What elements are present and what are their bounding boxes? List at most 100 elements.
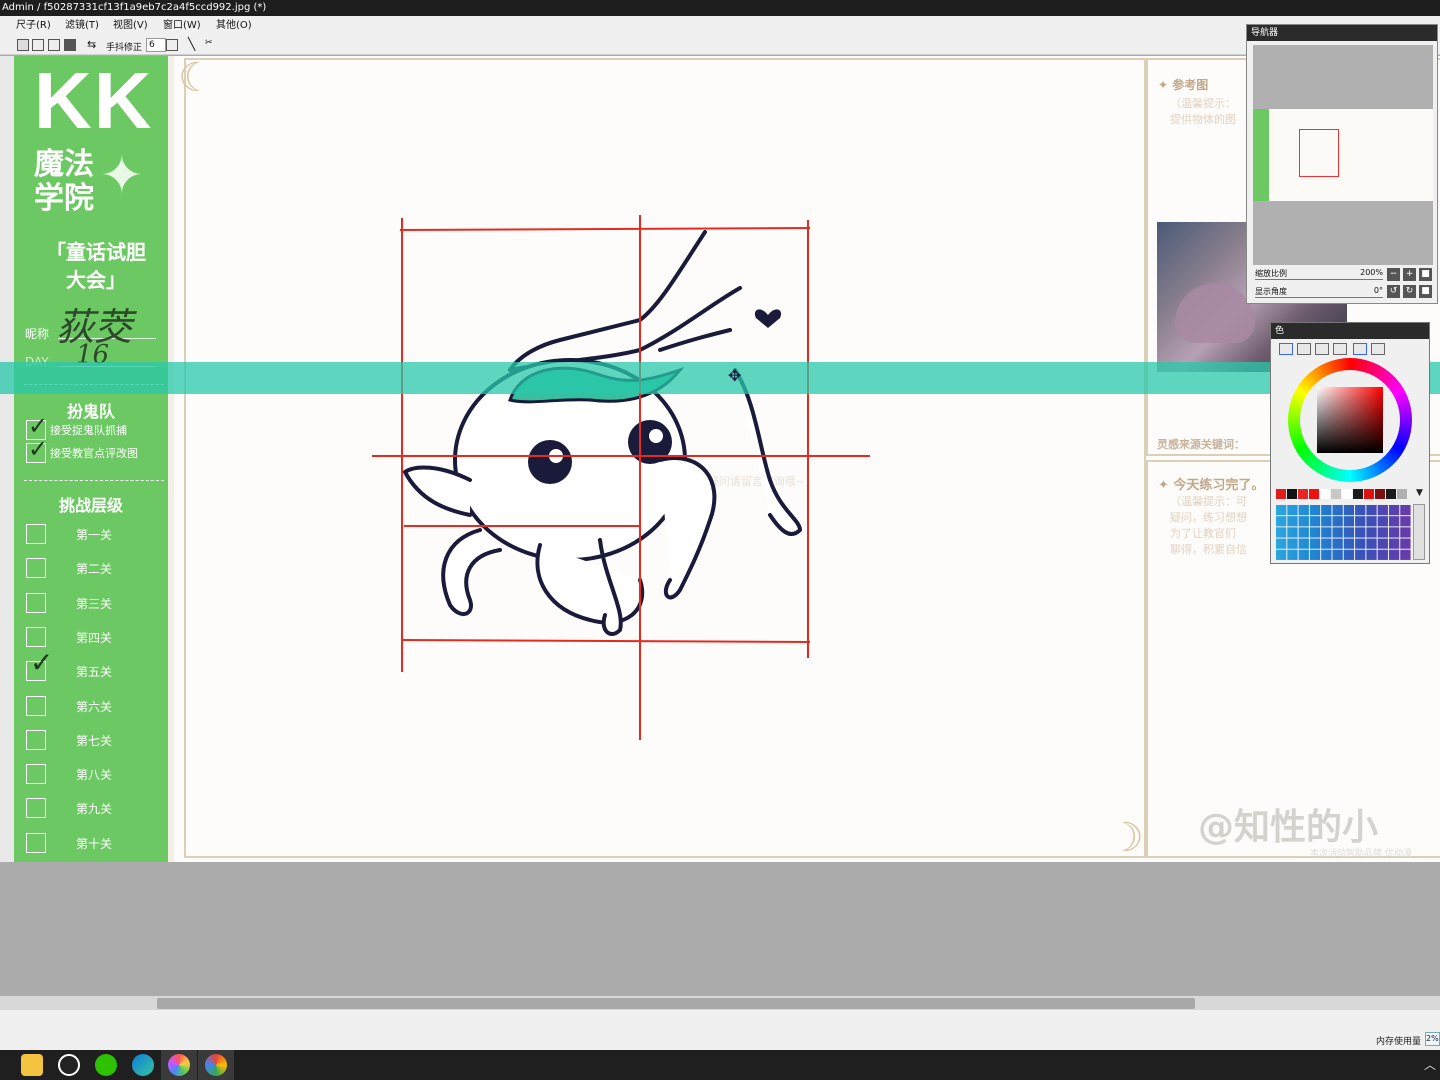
color-swatch[interactable] [1331, 489, 1341, 499]
zoom-slider[interactable] [1255, 279, 1383, 280]
swap-icon[interactable]: ⇆ [87, 38, 96, 51]
link-icon[interactable]: ✂ [205, 38, 213, 48]
cmyk-slider-tab-icon[interactable] [1333, 343, 1347, 355]
color-wheel-tab-icon[interactable] [1279, 343, 1293, 355]
moon-ornament-icon: ☽ [1108, 815, 1144, 861]
edge-icon[interactable] [132, 1054, 154, 1076]
saturation-value-square[interactable] [1317, 387, 1383, 453]
level-label: 第九关 [76, 802, 113, 817]
kk-logo: KK [34, 56, 154, 145]
level-checkbox[interactable] [26, 524, 46, 544]
fit-icon[interactable]: ■ [1419, 268, 1432, 281]
zoom-label: 缩放比例 [1255, 269, 1287, 278]
rotate-left-icon[interactable]: ↺ [1387, 285, 1400, 298]
qq-icon[interactable] [58, 1054, 80, 1076]
level-checkbox[interactable] [26, 695, 46, 716]
wechat-icon[interactable] [95, 1054, 117, 1076]
level-label: 第六关 [76, 699, 113, 714]
level-label: 第七关 [76, 733, 113, 748]
chrome-icon[interactable] [205, 1054, 227, 1076]
level-checkbox[interactable] [26, 764, 46, 785]
sparkle-icon: ✦ [100, 146, 144, 206]
menu-bar: 尺子(R) 滤镜(T) 视图(V) 窗口(W) 其他(O) [0, 16, 1440, 35]
menu-view[interactable]: 视图(V) [113, 16, 148, 35]
level-checkbox[interactable] [26, 729, 46, 750]
left-ruler [0, 56, 14, 862]
artwork-sidebar-edge [168, 56, 174, 862]
menu-filter[interactable]: 滤镜(T) [65, 16, 99, 35]
level-checkbox[interactable] [26, 592, 46, 613]
stop-icon[interactable] [64, 39, 76, 51]
levels-title: 挑战层级 [58, 496, 123, 515]
rotate-right-icon[interactable] [48, 39, 60, 51]
color-swatch[interactable] [1298, 489, 1308, 499]
reference-hint: （温馨提示： 提供物体的图 [1170, 97, 1236, 126]
nickname-label: 昵称 [25, 327, 50, 341]
color-panel-title: 色 [1271, 323, 1429, 339]
ghost-team-item-label: 接受捉鬼队抓捕 [50, 424, 127, 437]
horizontal-scroll-thumb[interactable] [157, 998, 1195, 1009]
rotate-left-icon[interactable] [32, 39, 44, 51]
stabilizer-input[interactable]: 6 [146, 38, 166, 52]
stabilizer-dropdown-icon[interactable] [166, 39, 178, 51]
weibo-watermark: @知性的小 [1198, 807, 1379, 848]
reset-rotation-icon[interactable]: ■ [1419, 285, 1432, 298]
rotate-right-icon[interactable]: ↻ [1403, 285, 1416, 298]
hsv-slider-tab-icon[interactable] [1315, 343, 1329, 355]
level-checkbox[interactable] [26, 558, 46, 579]
color-swatch[interactable] [1397, 489, 1407, 499]
memory-value: 2% [1425, 1032, 1440, 1046]
color-swatch[interactable] [1287, 489, 1297, 499]
line-tool-icon[interactable]: ╲ [188, 37, 195, 51]
navigator-title: 导航器 [1247, 25, 1437, 41]
menu-other[interactable]: 其他(O) [216, 16, 252, 35]
angle-slider[interactable] [1255, 297, 1383, 298]
practice-hint: （温馨提示：可 疑问，练习想想 为了让教官们 聊得，积累自信 [1170, 495, 1247, 556]
divider-2 [24, 480, 164, 481]
menu-window[interactable]: 窗口(W) [163, 16, 201, 35]
level-checkbox[interactable] [26, 626, 46, 647]
color-swatch[interactable] [1342, 489, 1352, 499]
zoom-in-icon[interactable]: + [1403, 268, 1416, 281]
palette-scrollbar[interactable] [1413, 504, 1425, 560]
color-swatch[interactable] [1276, 489, 1286, 499]
watermark-sub: 本次活动暂助品牌 优动漫 [1310, 849, 1412, 859]
zoom-out-icon[interactable]: − [1387, 268, 1400, 281]
practice-title-text: 今天练习完了。 [1173, 478, 1265, 493]
swatch-tab-icon[interactable] [1353, 343, 1367, 355]
color-swatch[interactable] [1320, 489, 1330, 499]
color-swatch[interactable] [1364, 489, 1374, 499]
reference-title: ✦ 参考图 [1158, 78, 1209, 92]
color-swatch[interactable] [1309, 489, 1319, 499]
title-bar: Admin / f50287331cf13f1a9eb7c2a4f5ccd992… [0, 0, 1440, 16]
navigator-view-rect[interactable] [1299, 129, 1339, 177]
ghost-team-item-label: 接受教官点评改图 [50, 447, 138, 460]
app-window: Admin / f50287331cf13f1a9eb7c2a4f5ccd992… [0, 0, 1440, 1080]
dropdown-arrow-icon[interactable] [17, 39, 29, 51]
level-label: 第一关 [76, 528, 113, 542]
file-explorer-icon[interactable] [21, 1054, 43, 1076]
inspiration-label: 灵感来源关键词： [1157, 438, 1245, 451]
tray-expand-icon[interactable]: ︿ [1424, 1056, 1436, 1073]
level-label: 第二关 [76, 562, 113, 577]
selection-band [0, 362, 1440, 394]
rgb-slider-tab-icon[interactable] [1297, 343, 1311, 355]
swatch-dropdown-icon[interactable]: ▼ [1416, 488, 1423, 498]
color-swatch[interactable] [1386, 489, 1396, 499]
level-label: 第四关 [76, 630, 113, 645]
check-mark-icon: ✓ [28, 412, 49, 440]
angle-label: 显示角度 [1255, 287, 1287, 296]
level-label: 第八关 [76, 768, 113, 783]
check-mark-icon: ✓ [28, 435, 49, 463]
paint-app-icon[interactable] [168, 1054, 190, 1076]
level-checkbox[interactable] [26, 832, 46, 853]
menu-ruler[interactable]: 尺子(R) [16, 16, 51, 35]
color-swatch[interactable] [1375, 489, 1385, 499]
level-checkbox[interactable] [26, 798, 46, 819]
color-palette-grid [1275, 504, 1411, 560]
history-tab-icon[interactable] [1371, 343, 1385, 355]
moon-ornament-icon: ☾ [178, 55, 214, 101]
color-swatch[interactable] [1353, 489, 1363, 499]
zoom-value: 200% [1360, 268, 1383, 277]
navigator-thumbnail[interactable] [1253, 109, 1433, 201]
